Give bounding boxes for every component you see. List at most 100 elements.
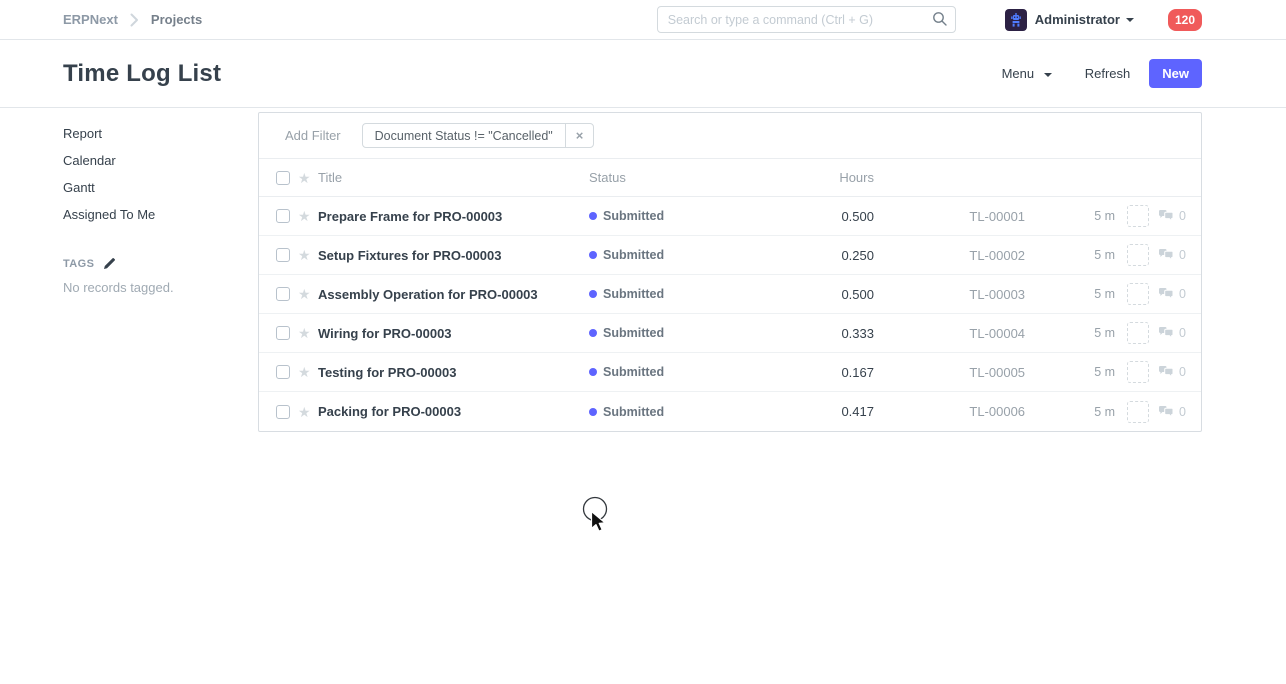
row-checkbox[interactable] [276,287,290,301]
comment-indicator: 0 [1158,326,1186,340]
row-id: TL-00006 [947,404,1025,419]
comment-icon [1158,326,1175,340]
comment-count: 0 [1179,405,1186,419]
column-header-status: Status [589,170,769,185]
tags-heading: TAGS [63,258,94,270]
breadcrumb-projects[interactable]: Projects [151,12,202,27]
comment-icon [1158,209,1175,223]
comment-icon [1158,365,1175,379]
list-rows: ★ Prepare Frame for PRO-00003 Submitted … [259,197,1201,431]
column-header-title: Title [318,170,589,185]
row-title-link[interactable]: Wiring for PRO-00003 [318,326,589,341]
comment-count: 0 [1179,326,1186,340]
star-icon[interactable]: ★ [298,209,318,223]
assignee-placeholder [1127,401,1149,423]
row-title-link[interactable]: Assembly Operation for PRO-00003 [318,287,589,302]
status-label: Submitted [603,365,664,379]
assignee-placeholder [1127,361,1149,383]
pointer-arrow-icon [592,512,606,532]
assignee-placeholder [1127,244,1149,266]
row-status: Submitted [589,365,769,379]
refresh-button[interactable]: Refresh [1085,66,1131,81]
edit-tags-icon[interactable] [103,257,116,270]
row-checkbox[interactable] [276,248,290,262]
status-dot-icon [589,212,597,220]
star-icon[interactable]: ★ [298,326,318,340]
row-title-link[interactable]: Packing for PRO-00003 [318,404,589,419]
comment-indicator: 0 [1158,248,1186,262]
sidebar-item-assigned-to-me[interactable]: Assigned To Me [63,202,258,228]
row-hours: 0.250 [769,248,874,263]
column-header-hours: Hours [769,170,874,185]
list-header-row: ★ Title Status Hours [259,159,1201,197]
notifications-badge[interactable]: 120 [1168,9,1202,31]
sidebar-item-calendar[interactable]: Calendar [63,148,258,174]
star-icon: ★ [298,171,318,185]
row-status: Submitted [589,248,769,262]
filter-area: Add Filter Document Status != "Cancelled… [259,113,1201,159]
comment-count: 0 [1179,248,1186,262]
table-row: ★ Packing for PRO-00003 Submitted 0.417 … [259,392,1201,431]
row-id: TL-00002 [947,248,1025,263]
search-icon[interactable] [932,11,948,32]
add-filter-button[interactable]: Add Filter [285,128,341,143]
content-area: Report Calendar Gantt Assigned To Me TAG… [0,108,1286,432]
row-checkbox[interactable] [276,405,290,419]
row-title-link[interactable]: Prepare Frame for PRO-00003 [318,209,589,224]
comment-count: 0 [1179,365,1186,379]
assignee-placeholder [1127,205,1149,227]
status-label: Submitted [603,326,664,340]
table-row: ★ Setup Fixtures for PRO-00003 Submitted… [259,236,1201,275]
star-icon[interactable]: ★ [298,287,318,301]
comment-indicator: 0 [1158,365,1186,379]
row-checkbox[interactable] [276,365,290,379]
remove-filter-icon[interactable]: × [565,124,594,147]
row-id: TL-00001 [947,209,1025,224]
row-id: TL-00004 [947,326,1025,341]
top-navbar: ERPNext Projects Administrator [0,0,1286,40]
row-id: TL-00003 [947,287,1025,302]
row-title-link[interactable]: Testing for PRO-00003 [318,365,589,380]
search-input[interactable] [657,6,956,33]
sidebar-item-gantt[interactable]: Gantt [63,175,258,201]
robot-icon [1008,12,1024,28]
comment-icon [1158,405,1175,419]
user-dropdown[interactable]: Administrator [1005,9,1134,31]
user-name: Administrator [1035,12,1120,27]
menu-button-label: Menu [1002,66,1035,81]
row-title-link[interactable]: Setup Fixtures for PRO-00003 [318,248,589,263]
status-dot-icon [589,290,597,298]
comment-icon [1158,248,1175,262]
row-modified: 5 m [1081,326,1115,340]
star-icon[interactable]: ★ [298,405,318,419]
row-status: Submitted [589,287,769,301]
table-row: ★ Wiring for PRO-00003 Submitted 0.333 T… [259,314,1201,353]
row-checkbox[interactable] [276,326,290,340]
row-modified: 5 m [1081,248,1115,262]
menu-button[interactable]: Menu [1002,66,1052,81]
row-checkbox[interactable] [276,209,290,223]
status-label: Submitted [603,405,664,419]
new-button[interactable]: New [1149,59,1202,88]
filter-chip-label[interactable]: Document Status != "Cancelled" [363,129,565,143]
row-id: TL-00005 [947,365,1025,380]
list-container: Add Filter Document Status != "Cancelled… [258,112,1202,432]
comment-indicator: 0 [1158,209,1186,223]
row-meta: TL-00005 5 m 0 [947,361,1186,383]
chevron-down-icon [1044,73,1052,77]
table-row: ★ Prepare Frame for PRO-00003 Submitted … [259,197,1201,236]
star-icon[interactable]: ★ [298,365,318,379]
sidebar-item-report[interactable]: Report [63,121,258,147]
chevron-right-icon [130,13,139,27]
brand-link[interactable]: ERPNext [63,12,118,27]
select-all-checkbox[interactable] [276,171,290,185]
table-row: ★ Testing for PRO-00003 Submitted 0.167 … [259,353,1201,392]
page-title: Time Log List [63,60,221,88]
list-sidebar: Report Calendar Gantt Assigned To Me TAG… [63,112,258,432]
status-dot-icon [589,408,597,416]
status-dot-icon [589,251,597,259]
status-label: Submitted [603,287,664,301]
assignee-placeholder [1127,322,1149,344]
comment-indicator: 0 [1158,405,1186,419]
star-icon[interactable]: ★ [298,248,318,262]
